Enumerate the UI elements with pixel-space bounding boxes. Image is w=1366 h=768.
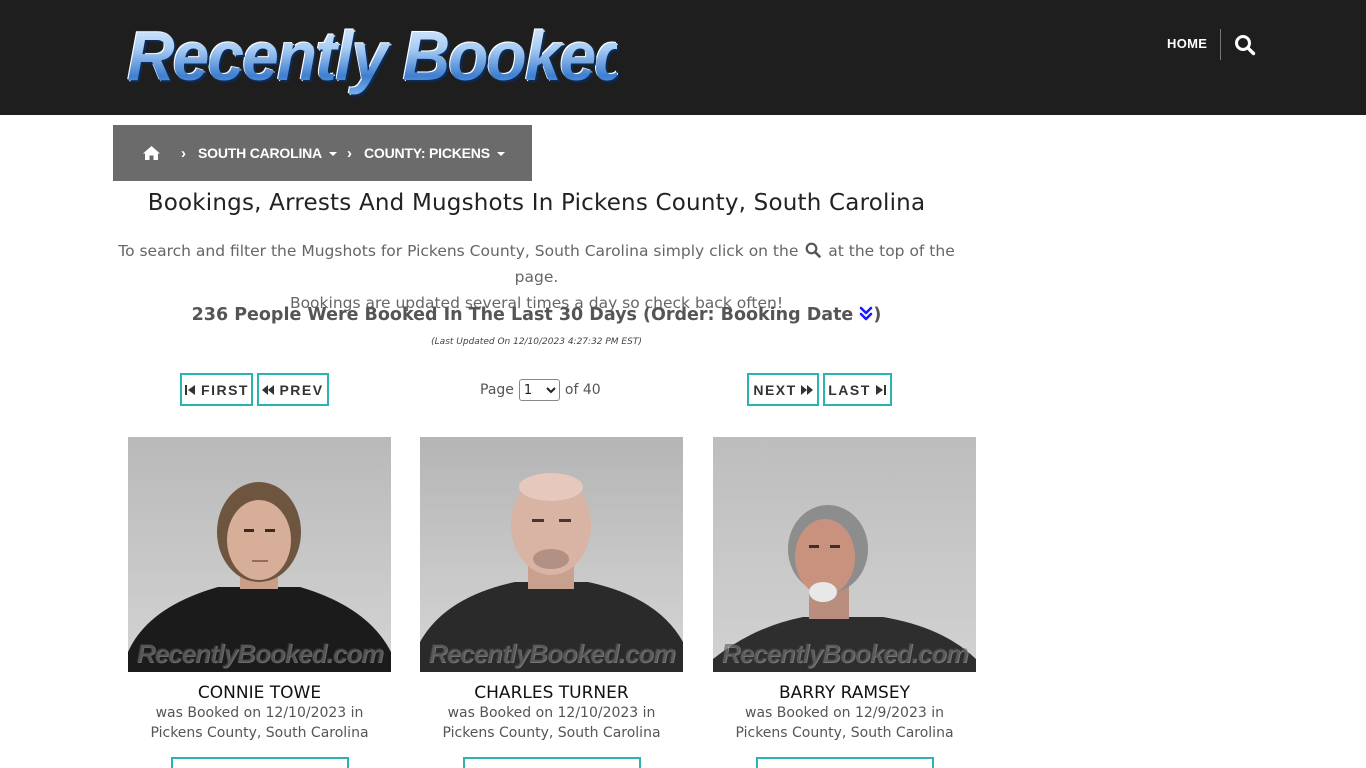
nav-divider xyxy=(1220,29,1221,60)
prev-page-label: PREV xyxy=(279,381,324,398)
page-label: Page xyxy=(480,382,514,398)
breadcrumb-county-label: COUNTY: PICKENS xyxy=(363,145,490,161)
see-details-button[interactable]: SEE DETAILS xyxy=(755,757,934,768)
last-page-button[interactable]: LAST xyxy=(823,373,892,406)
last-page-label: LAST xyxy=(828,381,871,398)
site-logo[interactable]: Recently Booked xyxy=(127,17,634,95)
booking-card: RecentlyBooked.com CHARLES TURNER was Bo… xyxy=(420,437,683,768)
site-header: Recently Booked HOME xyxy=(0,0,1366,115)
prev-page-button[interactable]: PREV xyxy=(257,373,329,406)
watermark: RecentlyBooked.com xyxy=(428,638,675,668)
mugshot-photo[interactable]: RecentlyBooked.com xyxy=(713,437,976,672)
booking-name[interactable]: CHARLES TURNER xyxy=(420,683,683,703)
search-icon xyxy=(805,240,822,258)
booking-date: was Booked on 12/9/2023 in xyxy=(745,705,944,721)
logo-text: Recently Booked xyxy=(127,17,634,95)
caret-down-icon xyxy=(496,152,505,156)
last-updated: (Last Updated On 12/10/2023 4:27:32 PM E… xyxy=(431,337,642,347)
next-page-label: NEXT xyxy=(753,381,797,398)
booking-date: was Booked on 12/10/2023 in xyxy=(155,705,364,721)
chevron-right-icon: › xyxy=(346,144,352,162)
booking-name[interactable]: BARRY RAMSEY xyxy=(713,683,976,703)
booking-count-text: 236 People Were Booked In The Last 30 Da… xyxy=(191,305,854,325)
breadcrumb-county-dropdown[interactable]: COUNTY: PICKENS xyxy=(364,145,505,161)
booking-location: Pickens County, South Carolina xyxy=(150,725,369,741)
home-icon[interactable] xyxy=(142,145,161,161)
next-page-button[interactable]: NEXT xyxy=(747,373,819,406)
backward-icon xyxy=(262,384,275,395)
caret-down-icon xyxy=(328,152,337,156)
booking-name[interactable]: CONNIE TOWE xyxy=(128,683,391,703)
booking-date: was Booked on 12/10/2023 in xyxy=(447,705,656,721)
see-details-button[interactable]: SEE DETAILS xyxy=(170,757,349,768)
booking-location: Pickens County, South Carolina xyxy=(442,725,661,741)
mugshot-photo[interactable]: RecentlyBooked.com xyxy=(128,437,391,672)
booking-card: RecentlyBooked.com CONNIE TOWE was Booke… xyxy=(128,437,391,768)
nav-home-link[interactable]: HOME xyxy=(1167,36,1207,51)
booking-count-close: ) xyxy=(873,305,882,325)
double-chevron-down-icon[interactable] xyxy=(859,306,873,322)
step-backward-icon xyxy=(185,384,196,395)
breadcrumb-state-dropdown[interactable]: SOUTH CAROLINA xyxy=(198,145,337,161)
watermark: RecentlyBooked.com xyxy=(136,638,383,668)
mugshot-photo[interactable]: RecentlyBooked.com xyxy=(420,437,683,672)
see-details-button[interactable]: SEE DETAILS xyxy=(462,757,641,768)
booking-count: 236 People Were Booked In The Last 30 Da… xyxy=(113,305,960,325)
first-page-button[interactable]: FIRST xyxy=(180,373,253,406)
page-title: Bookings, Arrests And Mugshots In Picken… xyxy=(147,190,926,216)
first-page-label: FIRST xyxy=(201,381,249,398)
intro-before-icon: To search and filter the Mugshots for Pi… xyxy=(118,242,799,260)
page-select[interactable]: 1 xyxy=(518,379,560,401)
booking-location: Pickens County, South Carolina xyxy=(735,725,954,741)
watermark: RecentlyBooked.com xyxy=(721,638,968,668)
breadcrumb: › SOUTH CAROLINA › COUNTY: PICKENS xyxy=(113,125,532,181)
booking-card: RecentlyBooked.com BARRY RAMSEY was Book… xyxy=(713,437,976,768)
breadcrumb-state-label: SOUTH CAROLINA xyxy=(198,145,322,161)
step-forward-icon xyxy=(875,384,886,395)
search-icon[interactable] xyxy=(1234,34,1256,56)
page-total: of 40 xyxy=(564,382,601,398)
forward-icon xyxy=(800,384,813,395)
chevron-right-icon: › xyxy=(181,144,186,162)
page-selector: Page 1 of 40 xyxy=(480,378,601,402)
